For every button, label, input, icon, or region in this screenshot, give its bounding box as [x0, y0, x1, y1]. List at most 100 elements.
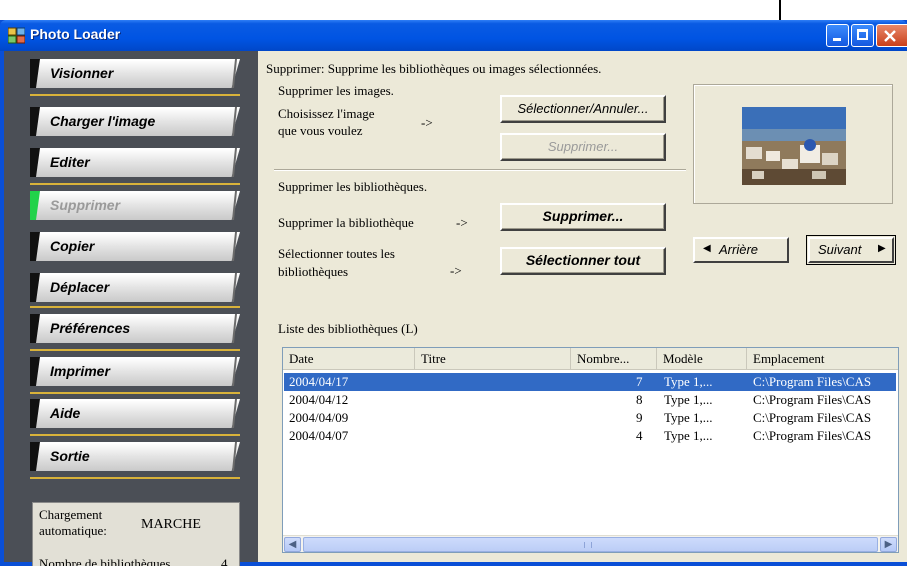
sidebar-item-label: Supprimer	[50, 197, 121, 213]
select-all-line1: Sélectionner toutes les	[278, 246, 395, 261]
sidebar-item-label: Visionner	[50, 65, 114, 81]
images-arrow: ->	[421, 115, 433, 130]
sidebar-item-label: Aide	[50, 405, 81, 421]
delete-library-label: Supprimer la bibliothèque	[278, 215, 414, 230]
column-header-count[interactable]: Nombre...	[571, 348, 657, 370]
sidebar-item-label: Sortie	[50, 448, 90, 464]
sidebar-separator	[30, 434, 240, 436]
delete-library-button[interactable]: Supprimer...	[500, 203, 666, 231]
library-count-value: 4	[221, 556, 228, 566]
section-divider	[274, 169, 686, 171]
sidebar-item-sortie[interactable]: Sortie	[30, 442, 240, 471]
cell-count: 4	[636, 428, 643, 443]
library-list-label: Liste des bibliothèques (L)	[278, 321, 418, 336]
sidebar-item-label: Copier	[50, 238, 95, 254]
sidebar-separator	[30, 477, 240, 479]
triangle-left-icon: ◀	[703, 243, 711, 254]
sidebar-separator	[30, 94, 240, 96]
sidebar-item-deplacer[interactable]: Déplacer	[30, 273, 240, 302]
sidebar-item-label: Préférences	[50, 320, 131, 336]
select-cancel-button[interactable]: Sélectionner/Annuler...	[500, 95, 666, 123]
sidebar-item-supprimer[interactable]: Supprimer	[30, 191, 240, 220]
horizontal-scrollbar[interactable]: ◀ ▶	[283, 535, 898, 552]
page-header: Supprimer: Supprime les bibliothèques ou…	[266, 61, 602, 76]
sidebar-item-label: Charger l'image	[50, 113, 156, 129]
list-header: Date Titre Nombre... Modèle Emplacement	[283, 348, 898, 370]
scroll-right-icon[interactable]: ▶	[880, 537, 897, 552]
sidebar-separator	[30, 306, 240, 308]
table-row[interactable]: 2004/04/12 8 Type 1,... C:\Program Files…	[284, 391, 896, 409]
maximize-button[interactable]	[851, 24, 874, 47]
minimize-button[interactable]	[826, 24, 849, 47]
table-row[interactable]: 2004/04/09 9 Type 1,... C:\Program Files…	[284, 409, 896, 427]
cell-model: Type 1,...	[664, 428, 713, 443]
libraries-section-title: Supprimer les bibliothèques.	[278, 179, 428, 194]
library-count-label: Nombre de bibliothèques	[39, 556, 171, 566]
sidebar-item-editer[interactable]: Editer	[30, 148, 240, 177]
column-header-location[interactable]: Emplacement	[747, 348, 898, 370]
sidebar-item-charger-image[interactable]: Charger l'image	[30, 107, 240, 136]
select-all-arrow: ->	[450, 263, 462, 278]
auto-load-value: MARCHE	[141, 517, 201, 532]
sidebar-item-aide[interactable]: Aide	[30, 399, 240, 428]
cell-date: 2004/04/07	[289, 428, 349, 443]
main-panel: Supprimer: Supprime les bibliothèques ou…	[258, 51, 907, 562]
app-window: Photo Loader Visionner Charger l'image E…	[0, 20, 907, 566]
next-button-label: Suivant	[818, 242, 862, 257]
delete-library-arrow: ->	[456, 215, 468, 230]
cell-count: 7	[636, 374, 643, 389]
title-bar[interactable]: Photo Loader	[0, 20, 907, 51]
cell-date: 2004/04/17	[289, 374, 349, 389]
scrollbar-thumb[interactable]	[303, 537, 878, 552]
previous-button[interactable]: ◀ Arrière	[693, 237, 789, 263]
images-hint-line2: que vous voulez	[278, 123, 363, 138]
sidebar-item-copier[interactable]: Copier	[30, 232, 240, 261]
select-all-button[interactable]: Sélectionner tout	[500, 247, 666, 275]
images-hint-line1: Choisissez l'image	[278, 106, 375, 121]
library-list[interactable]: Date Titre Nombre... Modèle Emplacement …	[282, 347, 899, 553]
table-row[interactable]: 2004/04/17 7 Type 1,... C:\Program Files…	[284, 373, 896, 391]
cell-model: Type 1,...	[664, 392, 713, 407]
cell-date: 2004/04/09	[289, 410, 349, 425]
images-section-title: Supprimer les images.	[278, 83, 394, 98]
preview-frame	[693, 84, 893, 204]
close-button[interactable]	[876, 24, 907, 47]
cell-count: 9	[636, 410, 643, 425]
cell-model: Type 1,...	[664, 410, 713, 425]
column-header-model[interactable]: Modèle	[657, 348, 747, 370]
client-area: Visionner Charger l'image Editer Supprim…	[4, 51, 907, 566]
delete-image-button[interactable]: Supprimer...	[500, 133, 666, 161]
table-row[interactable]: 2004/04/07 4 Type 1,... C:\Program Files…	[284, 427, 896, 445]
sidebar-item-imprimer[interactable]: Imprimer	[30, 357, 240, 386]
window-title: Photo Loader	[30, 26, 121, 42]
column-header-title[interactable]: Titre	[415, 348, 571, 370]
cell-location: C:\Program Files\CAS	[753, 392, 872, 407]
triangle-right-icon: ▶	[878, 243, 886, 254]
sidebar-item-preferences[interactable]: Préférences	[30, 314, 240, 343]
close-icon	[884, 30, 896, 42]
next-button[interactable]: Suivant ▶	[806, 235, 896, 265]
sidebar-item-visionner[interactable]: Visionner	[30, 59, 240, 88]
scroll-left-icon[interactable]: ◀	[284, 537, 301, 552]
sidebar: Visionner Charger l'image Editer Supprim…	[4, 51, 258, 566]
preview-thumbnail[interactable]	[742, 107, 846, 185]
minimize-icon	[833, 38, 841, 41]
grip-icon	[584, 542, 592, 548]
select-all-line2: bibliothèques	[278, 264, 349, 279]
sidebar-separator	[30, 392, 240, 394]
sidebar-item-label: Imprimer	[50, 363, 110, 379]
cell-date: 2004/04/12	[289, 392, 349, 407]
cell-model: Type 1,...	[664, 374, 713, 389]
photo-loader-icon	[8, 27, 25, 44]
column-header-date[interactable]: Date	[283, 348, 415, 370]
sidebar-separator	[30, 183, 240, 185]
cell-location: C:\Program Files\CAS	[753, 410, 872, 425]
auto-load-label: Chargement automatique:	[39, 507, 107, 538]
sidebar-item-label: Editer	[50, 154, 90, 170]
sidebar-item-label: Déplacer	[50, 279, 110, 295]
cell-count: 8	[636, 392, 643, 407]
previous-button-label: Arrière	[719, 242, 759, 257]
cell-location: C:\Program Files\CAS	[753, 428, 872, 443]
sidebar-separator	[30, 349, 240, 351]
maximize-icon	[857, 29, 868, 40]
